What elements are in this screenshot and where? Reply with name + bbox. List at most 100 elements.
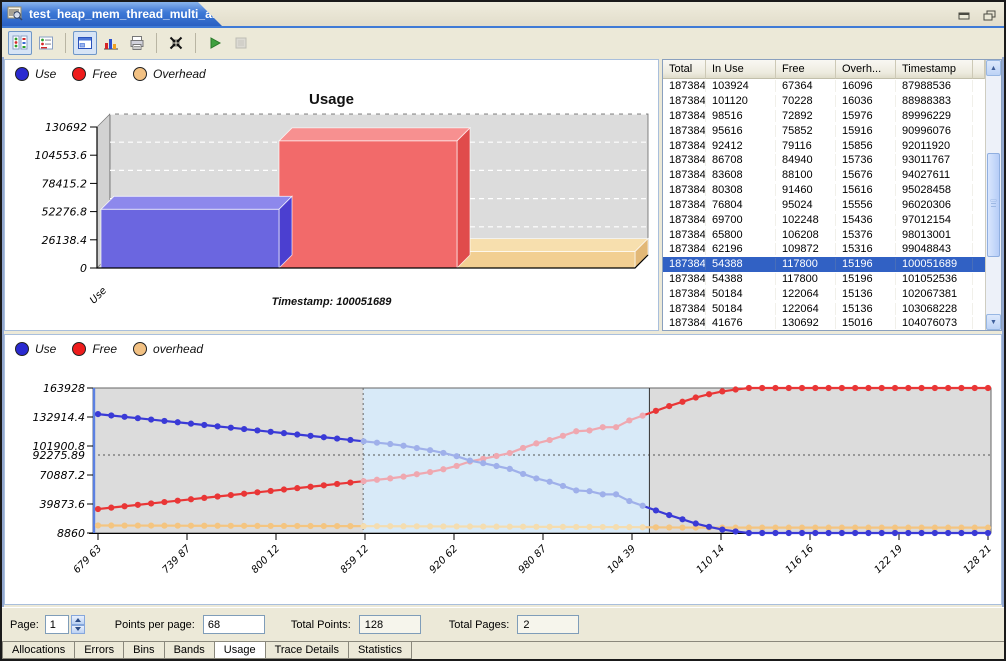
data-point (812, 530, 818, 536)
table-row[interactable]: 1873845438811780015196100051689 (663, 257, 985, 272)
points-per-page-input[interactable] (203, 615, 265, 634)
data-point (653, 507, 659, 513)
table-row[interactable]: 18738476804950241555696020306 (663, 198, 985, 213)
column-header[interactable]: In Use (706, 60, 776, 79)
table-row[interactable]: 187384103924673641609687988536 (663, 79, 985, 94)
tab-bins[interactable]: Bins (124, 642, 164, 659)
data-point (640, 503, 646, 509)
table-row[interactable]: 187384658001062081537698013001 (663, 227, 985, 242)
run-button[interactable] (203, 31, 227, 55)
data-point (958, 530, 964, 536)
timestamp-annotation: Timestamp: 100051689 (5, 296, 658, 308)
tab-errors[interactable]: Errors (75, 642, 124, 659)
data-point (228, 425, 234, 431)
data-point (547, 524, 553, 530)
data-point (892, 530, 898, 536)
spinner-up-button[interactable] (71, 615, 85, 625)
collapse-all-button[interactable] (164, 31, 188, 55)
scrollbar-thumb[interactable] (987, 153, 1000, 257)
table-row[interactable]: 187384697001022481543697012154 (663, 212, 985, 227)
data-point (852, 530, 858, 536)
overview-button[interactable] (73, 31, 97, 55)
data-point (786, 530, 792, 536)
data-point (865, 530, 871, 536)
y-tick-label: 132914.4 (33, 411, 86, 424)
y-tick-label: 104553.6 (35, 149, 88, 162)
table-row[interactable]: 18738480308914601561695028458 (663, 183, 985, 198)
data-point (480, 460, 486, 466)
table-cell: 95028458 (896, 184, 973, 196)
x-tick-label: 859 12 (339, 543, 372, 576)
bar-side-face (457, 128, 470, 268)
attribute-panes-button[interactable] (8, 31, 32, 55)
table-row[interactable]: 1873845018412206415136103068228 (663, 301, 985, 316)
scroll-up-button[interactable]: ▲ (986, 60, 1001, 76)
data-point (281, 430, 287, 436)
data-point (852, 525, 858, 531)
data-point (679, 516, 685, 522)
usage-line-chart[interactable]: 679 63739 87800 12859 12920 62980 87104 … (5, 335, 1001, 603)
attribute-list-button[interactable] (34, 31, 58, 55)
data-point (812, 385, 818, 391)
table-row[interactable]: 187384621961098721531699048843 (663, 242, 985, 257)
spinner-down-button[interactable] (71, 625, 85, 635)
data-point (772, 385, 778, 391)
data-point (865, 525, 871, 531)
table-cell: 103924 (706, 80, 776, 92)
data-point (759, 530, 765, 536)
data-point (507, 450, 513, 456)
tab-allocations[interactable]: Allocations (2, 642, 75, 659)
data-point (640, 413, 646, 419)
table-cell: 109872 (776, 243, 836, 255)
data-point (334, 523, 340, 529)
data-point (573, 428, 579, 434)
column-header[interactable]: Free (776, 60, 836, 79)
table-row[interactable]: 18738498516728921597689996229 (663, 109, 985, 124)
data-point (533, 524, 539, 530)
usage-line-chart-panel: UseFreeoverhead 679 63739 87800 12859 12… (4, 334, 1002, 605)
data-point (985, 530, 991, 536)
table-row[interactable]: 18738486708849401573693011767 (663, 153, 985, 168)
restore-icon[interactable] (983, 8, 996, 26)
toolbar-separator (65, 33, 66, 53)
table-row[interactable]: 1873844167613069215016104076073 (663, 316, 985, 331)
scroll-down-button[interactable]: ▼ (986, 314, 1001, 330)
minimize-icon[interactable] (958, 8, 971, 26)
table-row[interactable]: 1873845018412206415136102067381 (663, 286, 985, 301)
table-scrollbar[interactable]: ▲ ▼ (985, 60, 1001, 330)
tab-statistics[interactable]: Statistics (349, 642, 412, 659)
data-point (268, 523, 274, 529)
table-cell: 69700 (706, 214, 776, 226)
table-cell: 122064 (776, 288, 836, 300)
tab-bands[interactable]: Bands (165, 642, 215, 659)
print-button[interactable] (125, 31, 149, 55)
y-tick-label: 39873.6 (40, 498, 86, 511)
data-point (427, 469, 433, 475)
stop-button[interactable] (229, 31, 253, 55)
table-cell: 98516 (706, 110, 776, 122)
table-row[interactable]: 187384101120702281603688988383 (663, 94, 985, 109)
table-row[interactable]: 18738495616758521591690996076 (663, 123, 985, 138)
table-row[interactable]: 18738492412791161585692011920 (663, 138, 985, 153)
legend-dot (72, 342, 86, 356)
tab-trace-details[interactable]: Trace Details (266, 642, 349, 659)
table-row[interactable]: 18738483608881001567694027611 (663, 168, 985, 183)
bar-chart-button[interactable] (99, 31, 123, 55)
page-input[interactable] (45, 615, 69, 634)
table-cell: 95616 (706, 125, 776, 137)
data-point (281, 486, 287, 492)
data-point (786, 525, 792, 531)
column-header[interactable]: Overh... (836, 60, 896, 79)
data-point (799, 385, 805, 391)
column-header[interactable]: Total (663, 60, 706, 79)
data-point (241, 426, 247, 432)
close-icon[interactable]: ✕ (242, 7, 252, 21)
data-point (121, 522, 127, 528)
legend-label: Free (92, 342, 117, 356)
table-row[interactable]: 1873845438811780015196101052536 (663, 272, 985, 287)
column-header[interactable]: Timestamp (896, 60, 973, 79)
data-point (972, 525, 978, 531)
editor-tab[interactable]: test_heap_mem_thread_multi_alloc ✕ (2, 2, 222, 26)
data-point (374, 477, 380, 483)
tab-usage[interactable]: Usage (215, 642, 266, 659)
